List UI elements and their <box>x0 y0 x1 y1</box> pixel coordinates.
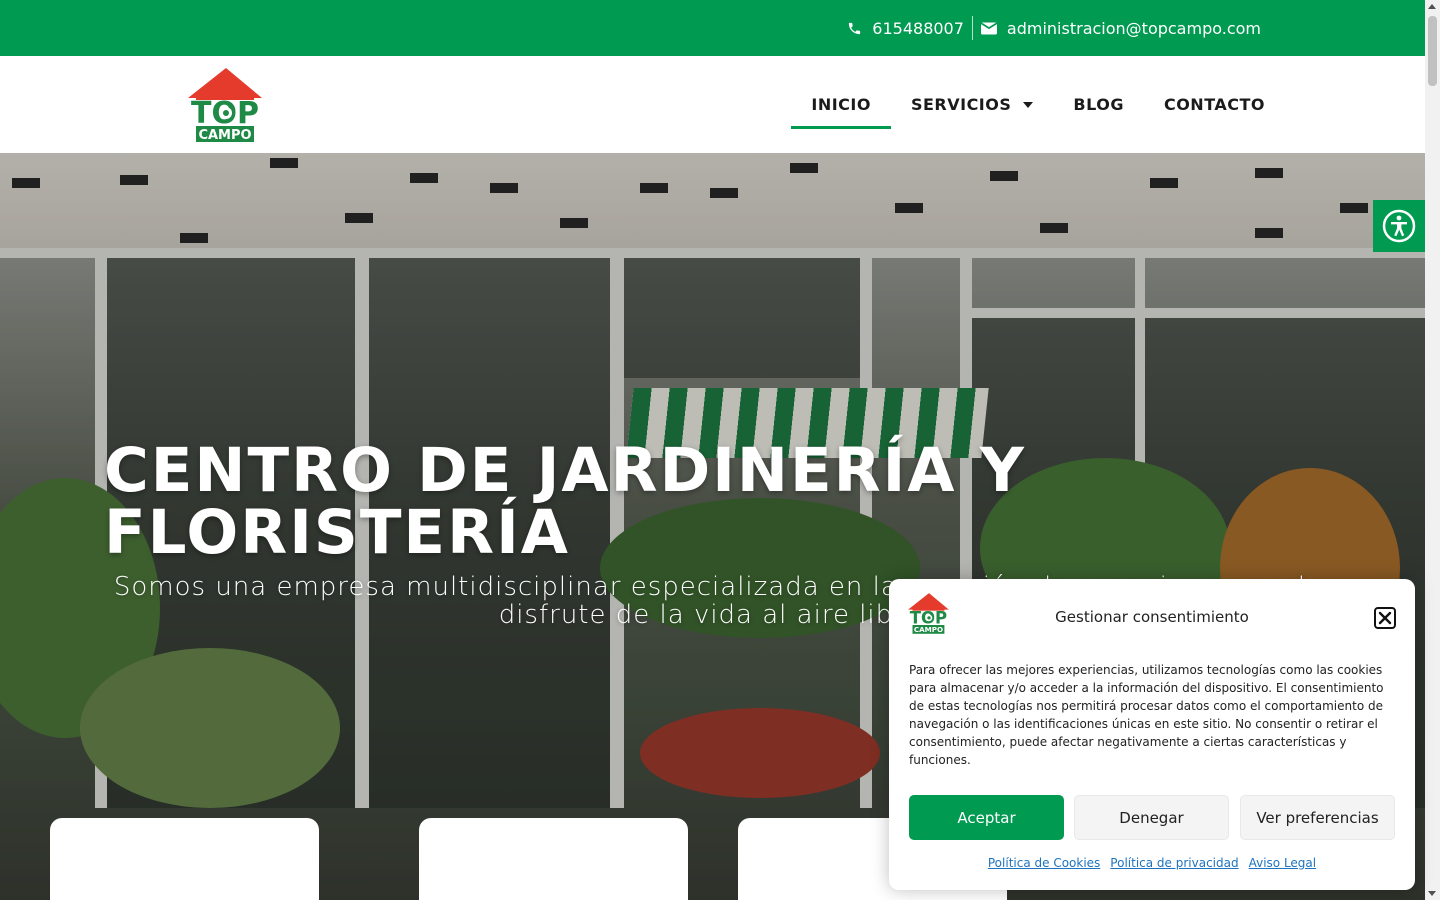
envelope-icon <box>980 22 997 34</box>
email-address: administracion@topcampo.com <box>1006 18 1261 38</box>
site-logo[interactable]: TOP CAMPO <box>186 68 266 144</box>
accessibility-icon <box>1382 209 1416 243</box>
nav-item-blog[interactable]: BLOG <box>1053 56 1144 153</box>
nav-label: SERVICIOS <box>910 95 1012 114</box>
accessibility-button[interactable] <box>1373 200 1425 252</box>
consent-title: Gestionar consentimiento <box>1055 608 1249 626</box>
nav-item-inicio[interactable]: INICIO <box>791 56 891 153</box>
page-scrollbar[interactable] <box>1425 0 1440 900</box>
scroll-thumb[interactable] <box>1428 16 1437 86</box>
phone-icon <box>849 22 861 34</box>
cookie-consent-dialog: TOP CAMPO Gestionar consentimiento Para … <box>889 579 1415 890</box>
legal-notice-link[interactable]: Aviso Legal <box>1249 856 1317 870</box>
privacy-policy-link[interactable]: Política de privacidad <box>1110 856 1238 870</box>
accept-button[interactable]: Aceptar <box>909 795 1064 840</box>
consent-text: Para ofrecer las mejores experiencias, u… <box>909 663 1384 767</box>
scroll-down-arrow[interactable] <box>1428 891 1436 896</box>
cookie-policy-link[interactable]: Política de Cookies <box>988 856 1100 870</box>
hero-title: CENTRO DE JARDINERÍA Y FLORISTERÍA <box>104 435 1026 568</box>
logo-bottom-text: CAMPO <box>914 625 943 634</box>
site-header: TOP CAMPO INICIO SERVICIOS BLOG CONTACTO <box>0 56 1425 153</box>
contact-info: 615488007 administracion@topcampo.com <box>847 0 1261 56</box>
nav-label: BLOG <box>1073 95 1124 114</box>
contact-divider <box>971 16 973 40</box>
logo-bottom-text: CAMPO <box>198 128 251 143</box>
nav-label: INICIO <box>811 95 871 114</box>
service-card[interactable] <box>419 818 688 900</box>
close-icon <box>1378 611 1392 625</box>
phone-link[interactable]: 615488007 <box>847 19 964 38</box>
email-link[interactable]: administracion@topcampo.com <box>980 18 1261 38</box>
close-button[interactable] <box>1374 607 1396 629</box>
service-card[interactable] <box>50 818 319 900</box>
top-bar: 615488007 administracion@topcampo.com <box>0 0 1425 56</box>
topcampo-logo: TOP CAMPO <box>188 68 262 143</box>
nav-item-contacto[interactable]: CONTACTO <box>1144 56 1285 153</box>
nav-label: CONTACTO <box>1163 95 1265 114</box>
main-nav: INICIO SERVICIOS BLOG CONTACTO <box>791 56 1285 153</box>
phone-number: 615488007 <box>872 18 964 38</box>
consent-links: Política de Cookies Política de privacid… <box>889 856 1415 870</box>
deny-button[interactable]: Denegar <box>1074 795 1229 840</box>
chevron-down-icon <box>1023 101 1034 108</box>
scroll-up-arrow[interactable] <box>1428 4 1436 9</box>
nav-item-servicios[interactable]: SERVICIOS <box>891 56 1053 153</box>
preferences-button[interactable]: Ver preferencias <box>1240 795 1395 840</box>
